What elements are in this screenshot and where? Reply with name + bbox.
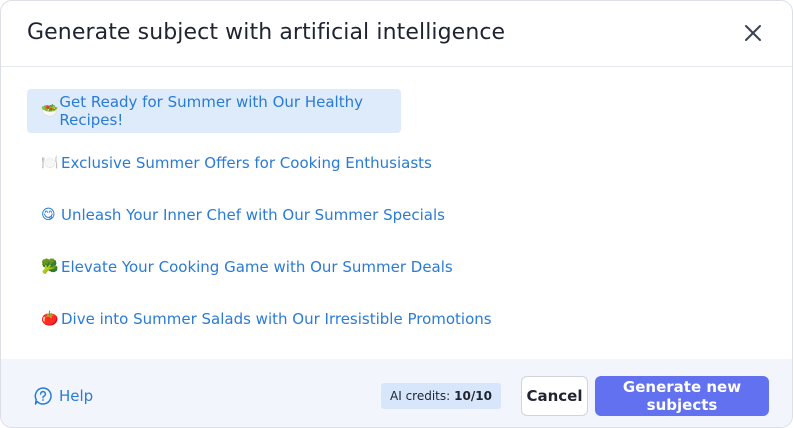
plate-emoji-icon: 🍽️	[41, 155, 59, 171]
dialog-footer: Help AI credits: 10/10 Cancel Generate n…	[1, 359, 792, 427]
suggestion-text: Get Ready for Summer with Our Healthy Re…	[59, 93, 363, 129]
help-label: Help	[59, 387, 94, 405]
yum-face-emoji-icon: 😋	[41, 207, 56, 223]
generate-new-subjects-button[interactable]: Generate new subjects	[595, 376, 769, 416]
credits-label: AI credits:	[390, 389, 451, 403]
help-question-icon	[34, 387, 52, 405]
tomato-emoji-icon: 🍅	[41, 311, 59, 327]
ai-subject-dialog: Generate subject with artificial intelli…	[0, 0, 793, 428]
cancel-button[interactable]: Cancel	[521, 376, 588, 416]
broccoli-emoji-icon: 🥦	[41, 259, 59, 275]
suggestion-text: Exclusive Summer Offers for Cooking Enth…	[61, 154, 432, 172]
dialog-title: Generate subject with artificial intelli…	[27, 20, 506, 45]
credits-value: 10/10	[454, 389, 492, 403]
dialog-header: Generate subject with artificial intelli…	[1, 1, 792, 67]
ai-credits-badge: AI credits: 10/10	[381, 383, 501, 409]
suggestion-text: Dive into Summer Salads with Our Irresis…	[61, 310, 492, 328]
close-icon	[745, 25, 761, 41]
suggestion-list: 🥗 Get Ready for Summer with Our Healthy …	[27, 89, 767, 349]
suggestion-text: Elevate Your Cooking Game with Our Summe…	[61, 258, 453, 276]
suggestion-text: Unleash Your Inner Chef with Our Summer …	[61, 206, 445, 224]
close-button[interactable]	[741, 21, 765, 45]
suggestion-item[interactable]: 🥦 Elevate Your Cooking Game with Our Sum…	[27, 245, 767, 289]
help-link[interactable]: Help	[33, 386, 93, 406]
salad-emoji-icon: 🥗	[41, 103, 59, 119]
suggestion-item[interactable]: 😋 Unleash Your Inner Chef with Our Summe…	[27, 193, 767, 237]
suggestion-item[interactable]: 🍽️ Exclusive Summer Offers for Cooking E…	[27, 141, 767, 185]
suggestion-item[interactable]: 🍅 Dive into Summer Salads with Our Irres…	[27, 297, 767, 341]
suggestion-item[interactable]: 🥗 Get Ready for Summer with Our Healthy …	[27, 89, 401, 133]
